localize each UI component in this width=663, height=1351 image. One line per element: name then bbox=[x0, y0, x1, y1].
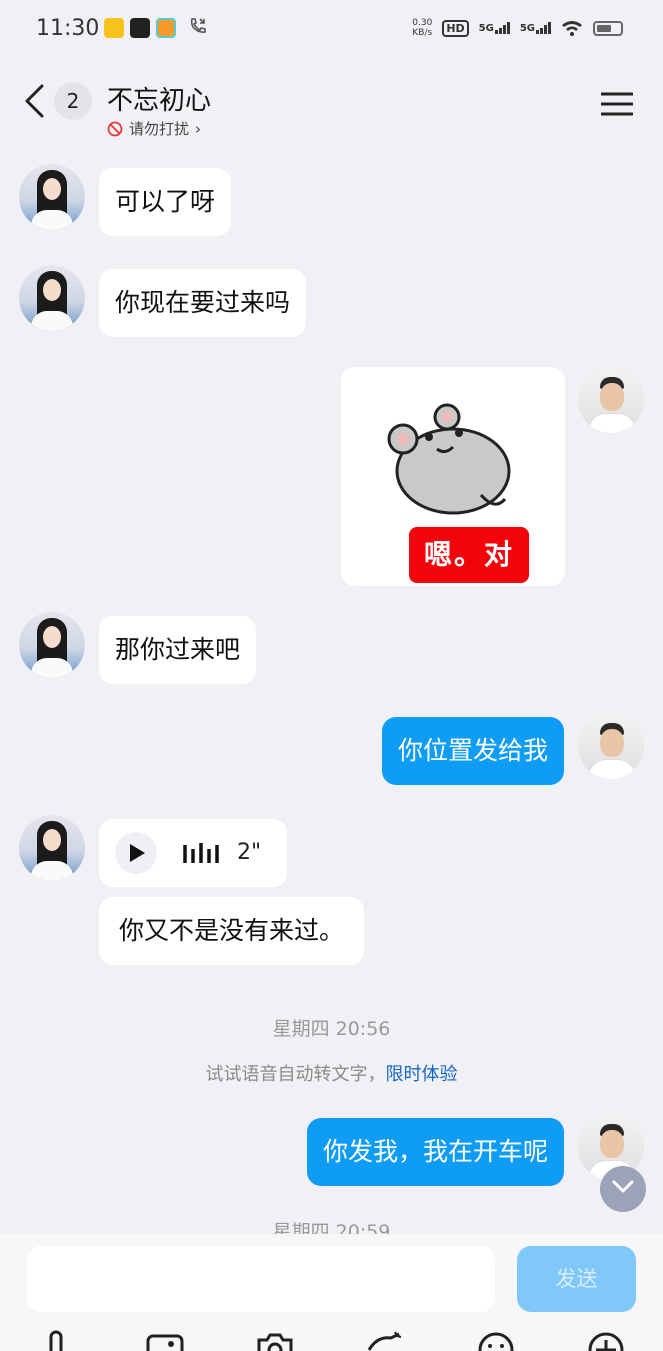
sticker-message[interactable]: 嗯。对 bbox=[341, 367, 565, 586]
signal-sim2-icon: 5G bbox=[520, 22, 551, 34]
chat-title[interactable]: 不忘初心 bbox=[107, 80, 211, 117]
back-arrow-icon[interactable] bbox=[22, 84, 46, 118]
my-avatar[interactable] bbox=[578, 713, 644, 779]
network-speed: 0.30 KB/s bbox=[412, 18, 433, 38]
contact-avatar[interactable] bbox=[19, 164, 85, 230]
sticker-caption: 嗯。对 bbox=[409, 527, 529, 583]
more-plus-icon[interactable] bbox=[586, 1330, 626, 1351]
hamster-sticker-image bbox=[387, 403, 511, 515]
photo-icon[interactable] bbox=[145, 1330, 185, 1351]
red-packet-icon[interactable] bbox=[365, 1330, 405, 1351]
wifi-icon bbox=[562, 21, 582, 36]
outgoing-message[interactable]: 你发我，我在开车呢 bbox=[306, 1118, 564, 1186]
status-bar: 11:30 0.30 KB/s HD 5G 5G bbox=[0, 0, 663, 60]
do-not-disturb-status[interactable]: 请勿打扰 › bbox=[107, 118, 201, 139]
incoming-message[interactable]: 可以了呀 bbox=[99, 168, 232, 236]
dnd-label: 请勿打扰 bbox=[129, 120, 190, 138]
input-toolbar bbox=[0, 1330, 663, 1351]
send-button[interactable]: 发送 bbox=[517, 1246, 636, 1312]
my-avatar[interactable] bbox=[578, 367, 644, 433]
message-timestamp: 星期四 20:59 bbox=[272, 1221, 391, 1234]
outgoing-message[interactable]: 你位置发给我 bbox=[381, 717, 564, 785]
play-voice-button[interactable] bbox=[115, 832, 157, 874]
status-time: 11:30 bbox=[36, 16, 100, 41]
hint-text: 试试语音自动转文字， bbox=[205, 1064, 386, 1085]
voice-waveform-icon bbox=[183, 843, 219, 863]
play-icon bbox=[130, 844, 145, 862]
message-timestamp: 星期四 20:56 bbox=[272, 1018, 391, 1040]
unread-count-badge[interactable]: 2 bbox=[54, 82, 92, 120]
input-bar: 发送 bbox=[0, 1234, 663, 1351]
scroll-to-bottom-button[interactable] bbox=[600, 1166, 646, 1212]
incoming-message[interactable]: 你现在要过来吗 bbox=[99, 269, 307, 337]
voice-duration: 2" bbox=[237, 840, 262, 865]
microphone-icon[interactable] bbox=[36, 1330, 76, 1351]
message-input[interactable] bbox=[27, 1246, 495, 1312]
status-app-icons bbox=[104, 18, 176, 38]
voice-to-text-hint: 试试语音自动转文字，限时体验 bbox=[0, 1060, 663, 1086]
app-notification-icon bbox=[156, 18, 176, 38]
battery-icon bbox=[593, 20, 623, 36]
app-notification-icon bbox=[104, 18, 124, 38]
do-not-disturb-icon bbox=[107, 121, 123, 136]
chat-header: 2 不忘初心 请勿打扰 › bbox=[0, 60, 663, 145]
contact-avatar[interactable] bbox=[19, 815, 85, 881]
contact-avatar[interactable] bbox=[19, 265, 85, 331]
emoji-icon[interactable] bbox=[476, 1330, 516, 1351]
voice-message[interactable]: 2" bbox=[99, 819, 287, 887]
camera-icon[interactable] bbox=[255, 1330, 295, 1351]
incoming-message[interactable]: 那你过来吧 bbox=[99, 616, 257, 684]
trial-link[interactable]: 限时体验 bbox=[386, 1064, 458, 1085]
hd-voice-icon: HD bbox=[442, 19, 469, 37]
signal-sim1-icon: 5G bbox=[479, 22, 510, 34]
incoming-message[interactable]: 你又不是没有来过。 bbox=[99, 897, 365, 965]
app-notification-icon bbox=[130, 18, 150, 38]
chevron-down-icon bbox=[612, 1180, 634, 1193]
contact-avatar[interactable] bbox=[19, 612, 85, 678]
chevron-right-icon: › bbox=[195, 119, 202, 138]
missed-call-icon bbox=[188, 16, 208, 41]
menu-icon[interactable] bbox=[601, 92, 633, 116]
